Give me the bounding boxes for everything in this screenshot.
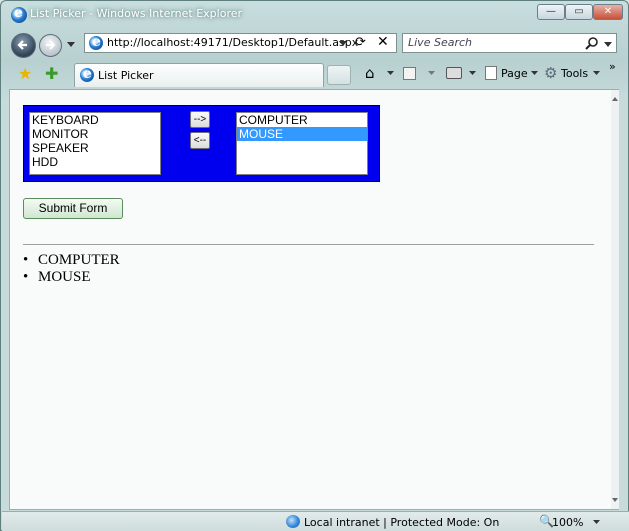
page-ie-icon: [89, 34, 103, 50]
search-icon[interactable]: [585, 37, 599, 51]
vertical-scrollbar[interactable]: [611, 90, 619, 509]
search-box[interactable]: Live Search: [402, 33, 617, 53]
window-title: List Picker - Windows Internet Explorer: [30, 7, 243, 20]
tab-ie-icon: [80, 66, 94, 82]
tools-gear-icon: ⚙: [544, 64, 558, 82]
page-menu[interactable]: Page: [501, 67, 528, 80]
feeds-dropdown-icon[interactable]: [428, 71, 435, 76]
print-dropdown-icon[interactable]: [469, 71, 476, 76]
page-content: KEYBOARD MONITOR SPEAKER HDD --> <-- COM…: [9, 89, 619, 510]
history-dropdown-icon[interactable]: [67, 42, 75, 48]
intranet-zone-icon: [286, 515, 300, 528]
back-arrow-icon: [17, 40, 27, 50]
tools-menu[interactable]: Tools: [561, 67, 588, 80]
ie-logo-icon: [11, 5, 27, 23]
zoom-level[interactable]: 100%: [552, 516, 583, 529]
divider: [23, 244, 594, 245]
scroll-down-icon[interactable]: [612, 498, 618, 503]
selected-option-highlighted[interactable]: MOUSE: [237, 127, 367, 141]
available-option[interactable]: MONITOR: [30, 127, 160, 141]
available-option[interactable]: SPEAKER: [30, 141, 160, 155]
selected-listbox[interactable]: COMPUTER MOUSE: [236, 112, 368, 175]
tab-label: List Picker: [98, 69, 154, 82]
result-item: MOUSE: [22, 269, 120, 286]
add-item-button[interactable]: -->: [190, 111, 210, 128]
remove-item-button[interactable]: <--: [190, 132, 210, 149]
status-bar: Local intranet | Protected Mode: On 🔍 10…: [2, 511, 629, 531]
maximize-button[interactable]: ▭: [565, 4, 593, 20]
selected-option[interactable]: COMPUTER: [237, 113, 367, 127]
minimize-button[interactable]: —: [537, 4, 565, 20]
available-option[interactable]: KEYBOARD: [30, 113, 160, 127]
scroll-up-icon[interactable]: [612, 97, 618, 102]
add-favorites-icon[interactable]: ✚: [45, 64, 58, 83]
forward-button[interactable]: [39, 34, 62, 57]
home-dropdown-icon[interactable]: [387, 71, 394, 76]
tools-dropdown-icon[interactable]: [593, 71, 600, 76]
available-listbox[interactable]: KEYBOARD MONITOR SPEAKER HDD: [29, 112, 161, 175]
stop-icon[interactable]: ✕: [377, 34, 389, 50]
zoom-dropdown-icon[interactable]: [593, 520, 600, 525]
more-commands-chevron-icon[interactable]: »: [609, 60, 616, 73]
tab-list-picker[interactable]: List Picker: [74, 63, 324, 87]
feeds-icon[interactable]: [403, 67, 416, 80]
forward-arrow-icon: [46, 40, 56, 50]
search-options-dropdown-icon[interactable]: [604, 42, 612, 48]
browser-window: List Picker - Windows Internet Explorer …: [0, 0, 629, 531]
address-input[interactable]: http://localhost:49171/Desktop1/Default.…: [107, 36, 358, 49]
search-input[interactable]: Live Search: [408, 36, 472, 49]
home-icon[interactable]: ⌂: [365, 64, 375, 82]
close-button[interactable]: ✕: [593, 4, 623, 20]
title-bar: List Picker - Windows Internet Explorer …: [2, 2, 629, 28]
print-icon[interactable]: [446, 67, 462, 79]
security-zone-text[interactable]: Local intranet | Protected Mode: On: [304, 516, 499, 529]
new-tab-button[interactable]: [327, 65, 351, 85]
address-dropdown-icon[interactable]: [339, 41, 347, 47]
page-icon: [485, 66, 497, 80]
submit-form-button[interactable]: Submit Form: [23, 198, 123, 219]
list-picker: KEYBOARD MONITOR SPEAKER HDD --> <-- COM…: [23, 105, 380, 182]
refresh-icon[interactable]: ⟳: [355, 35, 366, 50]
available-option[interactable]: HDD: [30, 155, 160, 169]
back-button[interactable]: [11, 33, 36, 58]
page-dropdown-icon[interactable]: [531, 71, 538, 76]
result-item: COMPUTER: [22, 252, 120, 269]
address-bar[interactable]: http://localhost:49171/Desktop1/Default.…: [84, 33, 397, 53]
favorites-star-icon[interactable]: ★: [18, 64, 32, 83]
results-list: COMPUTER MOUSE: [22, 252, 120, 286]
